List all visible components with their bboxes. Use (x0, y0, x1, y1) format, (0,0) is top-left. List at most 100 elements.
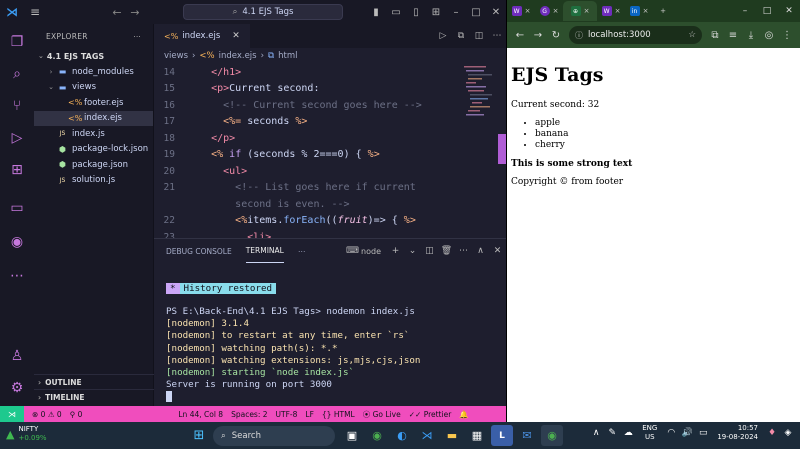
forward-arrow-icon[interactable]: → (529, 30, 547, 41)
maximize-icon[interactable]: □ (466, 7, 486, 18)
command-center-search[interactable]: ⌕ 4.1 EJS Tags (183, 4, 343, 20)
source-control-icon[interactable]: ⑂ (0, 92, 34, 120)
close-tab-icon[interactable]: × (525, 7, 531, 15)
split-editor-icon[interactable]: ◫ (470, 31, 488, 41)
tree-item[interactable]: JS solution.js (34, 173, 153, 189)
workspace-folder[interactable]: ⌄ 4.1 EJS TAGS (34, 48, 153, 64)
code-line[interactable]: 17 <%= seconds %> (154, 114, 506, 131)
github-icon[interactable]: ◉ (0, 228, 34, 256)
scrollbar-thumb[interactable] (498, 134, 506, 164)
minimize-icon[interactable]: – (734, 6, 756, 16)
browser-menu-icon[interactable]: ⋮ (778, 30, 796, 41)
breadcrumb-html[interactable]: html (278, 51, 297, 61)
code-line[interactable]: 16 <!-- Current second goes here --> (154, 97, 506, 114)
toggle-sidebar-icon[interactable]: ▮ (366, 7, 386, 18)
panel-more-actions-icon[interactable]: ⋯ (455, 246, 472, 256)
volume-icon[interactable]: 🔊 (679, 428, 695, 438)
terminal-output[interactable]: * History restored PS E:\Back-End\4.1 EJS… (166, 263, 500, 406)
code-line[interactable]: second is even. --> (154, 196, 506, 213)
battery-icon[interactable]: ▭ (695, 428, 711, 438)
maximize-icon[interactable]: □ (756, 6, 778, 16)
wifi-icon[interactable]: ◠ (663, 428, 679, 438)
start-windows-icon[interactable]: ⊞ (188, 425, 210, 446)
stock-widget[interactable]: ▲ NIFTY +0.09% (6, 425, 47, 443)
tree-item[interactable]: JS index.js (34, 126, 153, 142)
browser-tab[interactable]: W × (507, 1, 535, 21)
browser-tab[interactable]: G × (535, 1, 563, 21)
close-tab-icon[interactable]: × (615, 7, 621, 15)
chevron-down-icon[interactable]: ⌄ (404, 246, 421, 256)
tree-item[interactable]: › ▬ node_modules (34, 64, 153, 80)
extensions-icon[interactable]: ⊞ (0, 156, 34, 184)
edge-icon[interactable]: ◐ (391, 425, 413, 446)
close-tab-icon[interactable]: × (584, 7, 590, 15)
more-icon[interactable]: ⋯ (0, 262, 34, 290)
go-live-button[interactable]: ⦿ Go Live (363, 409, 401, 420)
close-window-icon[interactable]: ✕ (486, 7, 506, 18)
minimap[interactable] (464, 64, 494, 164)
profile-avatar-icon[interactable]: ◎ (760, 30, 778, 41)
breadcrumb-file[interactable]: index.ejs (219, 51, 257, 61)
remote-indicator-icon[interactable]: ⋊ (0, 406, 24, 422)
new-tab-icon[interactable]: + (653, 1, 673, 21)
close-tab-icon[interactable]: ✕ (232, 31, 240, 41)
tab-index-ejs[interactable]: <% index.ejs ✕ (154, 24, 250, 48)
back-arrow-icon[interactable]: ← (511, 30, 529, 41)
breadcrumb-views[interactable]: views (164, 51, 188, 61)
tree-item[interactable]: ⬢ package.json (34, 157, 153, 173)
language-indicator[interactable]: ENG US (642, 424, 657, 442)
code-line[interactable]: 18 </p> (154, 130, 506, 147)
copilot-icon[interactable]: ◈ (780, 428, 796, 438)
remote-explorer-icon[interactable]: ▭ (0, 194, 34, 222)
tree-item[interactable]: ⬢ package-lock.json (34, 142, 153, 158)
new-terminal-icon[interactable]: + (387, 246, 404, 256)
ports-status[interactable]: ⚲ 0 (70, 410, 83, 419)
notifications-bell-icon[interactable]: 🔔 (459, 410, 468, 419)
search-view-icon[interactable]: ⌕ (0, 60, 34, 88)
tree-item[interactable]: <% footer.ejs (34, 95, 153, 111)
explorer-more-icon[interactable]: ⋯ (133, 32, 141, 41)
outline-section[interactable]: › OUTLINE (34, 374, 154, 389)
close-tab-icon[interactable]: × (553, 7, 559, 15)
panel-more-icon[interactable]: ⋯ (298, 239, 306, 263)
taskbar-search[interactable]: ⌕ Search (213, 425, 335, 446)
pen-icon[interactable]: ✎ (604, 428, 620, 438)
tree-item[interactable]: <% index.ejs (34, 110, 153, 126)
app-icon[interactable]: ▦ (466, 425, 488, 446)
close-tab-icon[interactable]: × (643, 7, 649, 15)
code-line[interactable]: 14 </h1> (154, 64, 506, 81)
tab-debug-console[interactable]: DEBUG CONSOLE (166, 239, 232, 263)
close-panel-icon[interactable]: ✕ (489, 246, 506, 256)
tree-item[interactable]: ⌄ ▬ views (34, 80, 153, 96)
code-line[interactable]: 20 <ul> (154, 163, 506, 180)
browser-tab[interactable]: in × (625, 1, 653, 21)
extensions-puzzle-icon[interactable]: ⧉ (706, 30, 724, 41)
timeline-section[interactable]: › TIMELINE (34, 389, 154, 404)
bookmark-star-icon[interactable]: ☆ (688, 30, 696, 40)
prettier-status[interactable]: ✓✓ Prettier (409, 410, 452, 419)
toggle-secondary-sidebar-icon[interactable]: ▯ (406, 7, 426, 18)
download-icon[interactable]: ⤓ (742, 30, 760, 41)
indentation-status[interactable]: Spaces: 2 (231, 410, 267, 419)
media-queue-icon[interactable]: ≡ (724, 30, 742, 41)
maximize-panel-icon[interactable]: ∧ (472, 246, 489, 256)
open-preview-icon[interactable]: ⧉ (452, 31, 470, 41)
code-line[interactable]: 23 <li> (154, 229, 506, 238)
menu-icon[interactable]: ≡ (24, 5, 46, 19)
encoding-status[interactable]: UTF-8 (276, 410, 298, 419)
code-line[interactable]: 19 <% if (seconds % 2===0) { %> (154, 147, 506, 164)
chrome-icon[interactable]: ◉ (366, 425, 388, 446)
terminal-profile-label[interactable]: node (361, 247, 381, 256)
eol-status[interactable]: LF (305, 410, 314, 419)
clock[interactable]: 10:57 19-08-2024 (717, 424, 758, 442)
browser-tab[interactable]: W × (597, 1, 625, 21)
task-view-icon[interactable]: ▣ (341, 425, 363, 446)
vscode-taskbar-icon[interactable]: ⋊ (416, 425, 438, 446)
split-terminal-icon[interactable]: ◫ (421, 246, 438, 256)
run-icon[interactable]: ▷ (434, 31, 452, 41)
app-l-icon[interactable]: L (491, 425, 513, 446)
chevron-up-icon[interactable]: ∧ (588, 428, 604, 438)
site-info-icon[interactable]: ⓘ (575, 30, 583, 41)
kill-terminal-icon[interactable]: 🗑 (438, 246, 455, 256)
account-icon[interactable]: ♙ (0, 342, 34, 370)
